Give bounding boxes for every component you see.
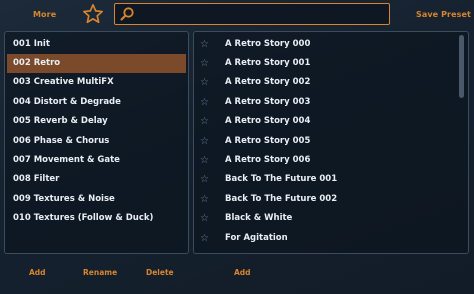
category-item-selected[interactable]: 002 Retro (7, 54, 186, 73)
star-outline-icon[interactable]: ☆ (200, 112, 209, 131)
more-button[interactable]: More (33, 10, 56, 19)
preset-item[interactable]: ☆ Back To The Future 002 (194, 190, 468, 209)
star-outline-icon[interactable]: ☆ (200, 35, 209, 54)
save-preset-button[interactable]: Save Preset (416, 10, 471, 19)
preset-item[interactable]: ☆ A Retro Story 005 (194, 132, 468, 151)
preset-item[interactable]: ☆ A Retro Story 003 (194, 93, 468, 112)
search-input[interactable] (139, 6, 385, 22)
star-outline-icon[interactable]: ☆ (200, 93, 209, 112)
star-outline-icon[interactable]: ☆ (200, 229, 209, 248)
preset-item[interactable]: ☆ A Retro Story 004 (194, 112, 468, 131)
add-category-button[interactable]: Add (29, 268, 46, 277)
preset-list[interactable]: ☆ A Retro Story 000 ☆ A Retro Story 001 … (193, 31, 469, 254)
add-preset-button[interactable]: Add (234, 268, 251, 277)
preset-name: For Agitation (225, 233, 288, 243)
star-outline-icon[interactable]: ☆ (200, 73, 209, 92)
star-outline-icon[interactable]: ☆ (200, 132, 209, 151)
preset-item[interactable]: ☆ Black & White (194, 209, 468, 228)
preset-name: A Retro Story 005 (225, 136, 311, 146)
preset-item[interactable]: ☆ Back To The Future 001 (194, 170, 468, 189)
search-icon (120, 7, 134, 21)
rename-button[interactable]: Rename (83, 268, 117, 277)
category-item[interactable]: 004 Distort & Degrade (5, 93, 188, 112)
category-item[interactable]: 003 Creative MultiFX (5, 73, 188, 92)
category-item[interactable]: 005 Reverb & Delay (5, 112, 188, 131)
category-item[interactable]: 010 Textures (Follow & Duck) (5, 209, 188, 228)
preset-item[interactable]: ☆ A Retro Story 002 (194, 73, 468, 92)
preset-name: A Retro Story 003 (225, 97, 311, 107)
category-item[interactable]: 001 Init (5, 35, 188, 54)
preset-name: A Retro Story 002 (225, 77, 311, 87)
star-outline-icon[interactable]: ☆ (200, 190, 209, 209)
favorites-star-icon[interactable] (82, 3, 104, 25)
star-outline-icon[interactable]: ☆ (200, 151, 209, 170)
preset-item[interactable]: ☆ A Retro Story 006 (194, 151, 468, 170)
category-item[interactable]: 009 Textures & Noise (5, 190, 188, 209)
category-list[interactable]: 001 Init 002 Retro 003 Creative MultiFX … (4, 31, 189, 254)
preset-name: Black & White (225, 213, 293, 223)
preset-list-scrollbar[interactable] (459, 35, 464, 98)
star-outline-icon[interactable]: ☆ (200, 170, 209, 189)
category-item[interactable]: 008 Filter (5, 170, 188, 189)
preset-name: A Retro Story 001 (225, 58, 311, 68)
preset-name: Back To The Future 002 (225, 194, 338, 204)
preset-item[interactable]: ☆ A Retro Story 000 (194, 35, 468, 54)
category-item[interactable]: 006 Phase & Chorus (5, 132, 188, 151)
preset-name: A Retro Story 004 (225, 116, 311, 126)
preset-item[interactable]: ☆ For Agitation (194, 229, 468, 248)
star-outline-icon[interactable]: ☆ (200, 209, 209, 228)
preset-name: A Retro Story 006 (225, 155, 311, 165)
preset-name: A Retro Story 000 (225, 39, 311, 49)
delete-button[interactable]: Delete (146, 268, 174, 277)
search-box[interactable] (114, 3, 390, 25)
category-item[interactable]: 007 Movement & Gate (5, 151, 188, 170)
preset-item[interactable]: ☆ A Retro Story 001 (194, 54, 468, 73)
star-outline-icon[interactable]: ☆ (200, 54, 209, 73)
preset-name: Back To The Future 001 (225, 174, 338, 184)
